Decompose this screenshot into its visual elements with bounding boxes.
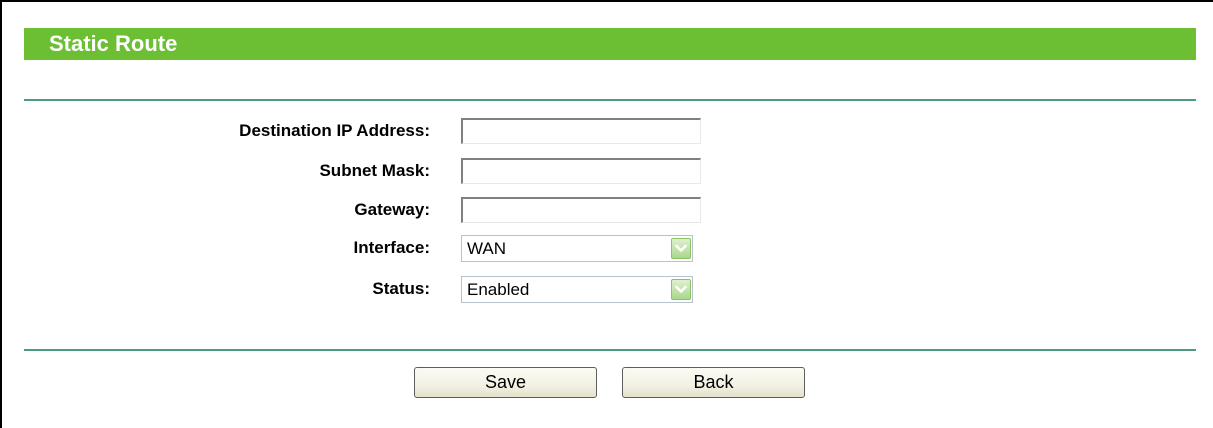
interface-selected-value: WAN [467, 239, 507, 258]
back-button[interactable]: Back [622, 367, 805, 398]
interface-label: Interface: [353, 238, 430, 257]
subnet-mask-input[interactable] [461, 158, 701, 184]
page-title: Static Route [49, 31, 178, 56]
status-label: Status: [372, 279, 430, 298]
gateway-label: Gateway: [354, 200, 430, 219]
destination-ip-input[interactable] [461, 118, 701, 144]
gateway-row: Gateway: [0, 195, 1213, 225]
chevron-down-icon[interactable] [671, 279, 691, 300]
interface-row: Interface: WAN [0, 233, 1213, 263]
destination-ip-label: Destination IP Address: [239, 121, 430, 140]
gateway-input[interactable] [461, 197, 701, 223]
subnet-mask-row: Subnet Mask: [0, 156, 1213, 186]
title-bar: Static Route [24, 28, 1196, 60]
chevron-down-icon[interactable] [671, 238, 691, 259]
status-selected-value: Enabled [467, 280, 530, 299]
status-row: Status: Enabled [0, 274, 1213, 304]
status-select[interactable]: Enabled [461, 276, 693, 303]
top-divider [24, 99, 1196, 101]
subnet-mask-label: Subnet Mask: [319, 161, 430, 180]
interface-select[interactable]: WAN [461, 235, 693, 262]
bottom-divider [24, 349, 1196, 351]
save-button[interactable]: Save [414, 367, 597, 398]
destination-ip-row: Destination IP Address: [0, 116, 1213, 146]
